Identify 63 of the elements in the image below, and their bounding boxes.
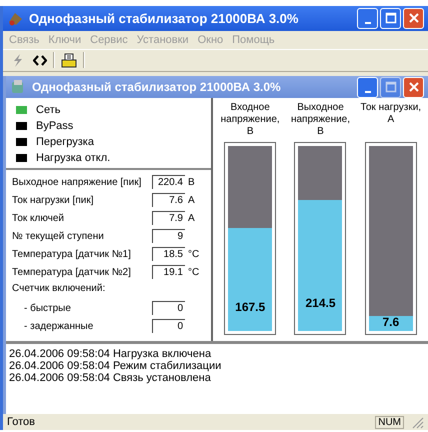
menu-item[interactable]: Связь: [9, 34, 40, 46]
reading-label: Температура [датчик №2]: [12, 266, 132, 278]
maximize-button[interactable]: [380, 8, 401, 29]
unit-label: °C: [187, 248, 200, 260]
gauge-title: Ток нагрузки, А: [360, 102, 422, 128]
status-text: Готов: [7, 416, 36, 428]
value-field: 9: [152, 229, 185, 244]
value-field: 19.1: [152, 265, 185, 280]
indicator-label: Перегрузка: [36, 136, 94, 148]
reading-label: - задержанные: [23, 320, 94, 332]
log-entry: 26.04.2006 09:58:04 Нагрузка включена: [9, 348, 212, 360]
reading-label: Температура [датчик №1]: [12, 248, 132, 260]
log-entry: 26.04.2006 09:58:04 Режим стабилизации: [9, 360, 222, 372]
window-title: Однофазный стабилизатор 21000ВА 3.0%: [29, 10, 300, 26]
minimize-icon: [364, 22, 370, 24]
reading-label: № текущей ступени: [12, 230, 105, 242]
indicator-label: Сеть: [36, 104, 60, 116]
menu-item[interactable]: Помощь: [232, 34, 275, 46]
unit-label: В: [187, 176, 196, 188]
indicator-label: Нагрузка откл.: [36, 152, 110, 164]
menu-item[interactable]: Ключи: [48, 34, 82, 46]
menu-item[interactable]: Окно: [198, 34, 224, 46]
window-title: Однофазный стабилизатор 21000ВА 3.0%: [32, 80, 282, 94]
minimize-button[interactable]: [357, 8, 378, 29]
indicator-label: ByPass: [36, 120, 74, 132]
resize-grip-icon: [410, 415, 424, 430]
close-icon: [408, 81, 420, 94]
code-icon: [33, 52, 47, 68]
menu-item[interactable]: Сервис: [90, 34, 128, 46]
lightning-icon: [11, 52, 25, 68]
value-field: 7.6: [152, 193, 185, 208]
num-indicator: NUM: [375, 416, 404, 429]
value-field: 0: [152, 319, 185, 334]
gauge-reading: 7.6: [382, 316, 400, 332]
reading-label: - быстрые: [23, 302, 72, 314]
maximize-icon: [384, 81, 396, 94]
value-field: 18.5: [152, 247, 185, 262]
value-field: 220.4: [152, 175, 185, 190]
toolbar-button[interactable]: [31, 52, 49, 68]
gauge-title: Выходное напряжение, В: [290, 102, 352, 140]
reading-label: Выходное напряжение [пик]: [12, 176, 142, 188]
value-field: 7.9: [152, 211, 185, 226]
toolbar-button[interactable]: [59, 52, 79, 68]
log-entry: 26.04.2006 09:58:04 Связь установлена: [9, 372, 212, 384]
maximize-icon: [384, 12, 396, 24]
minimize-button[interactable]: [357, 76, 378, 98]
reading-label: Ток нагрузки [пик]: [12, 194, 94, 206]
gauge-title: Входное напряжение, В: [220, 102, 281, 140]
printer-icon: [61, 52, 77, 68]
minimize-icon: [364, 90, 370, 93]
close-icon: [408, 12, 420, 24]
close-button[interactable]: [403, 76, 424, 98]
unit-label: А: [187, 194, 196, 206]
reading-label: Ток ключей: [12, 212, 66, 224]
unit-label: °C: [187, 266, 200, 278]
unit-label: А: [187, 212, 196, 224]
gauge-reading: 214.5: [305, 297, 336, 312]
counter-title: Счетчик включений:: [12, 283, 106, 296]
maximize-button[interactable]: [380, 76, 401, 98]
close-button[interactable]: [403, 8, 424, 29]
menu-item[interactable]: Установки: [136, 34, 189, 46]
gauge-reading: 167.5: [235, 301, 266, 316]
value-field: 0: [152, 301, 185, 316]
